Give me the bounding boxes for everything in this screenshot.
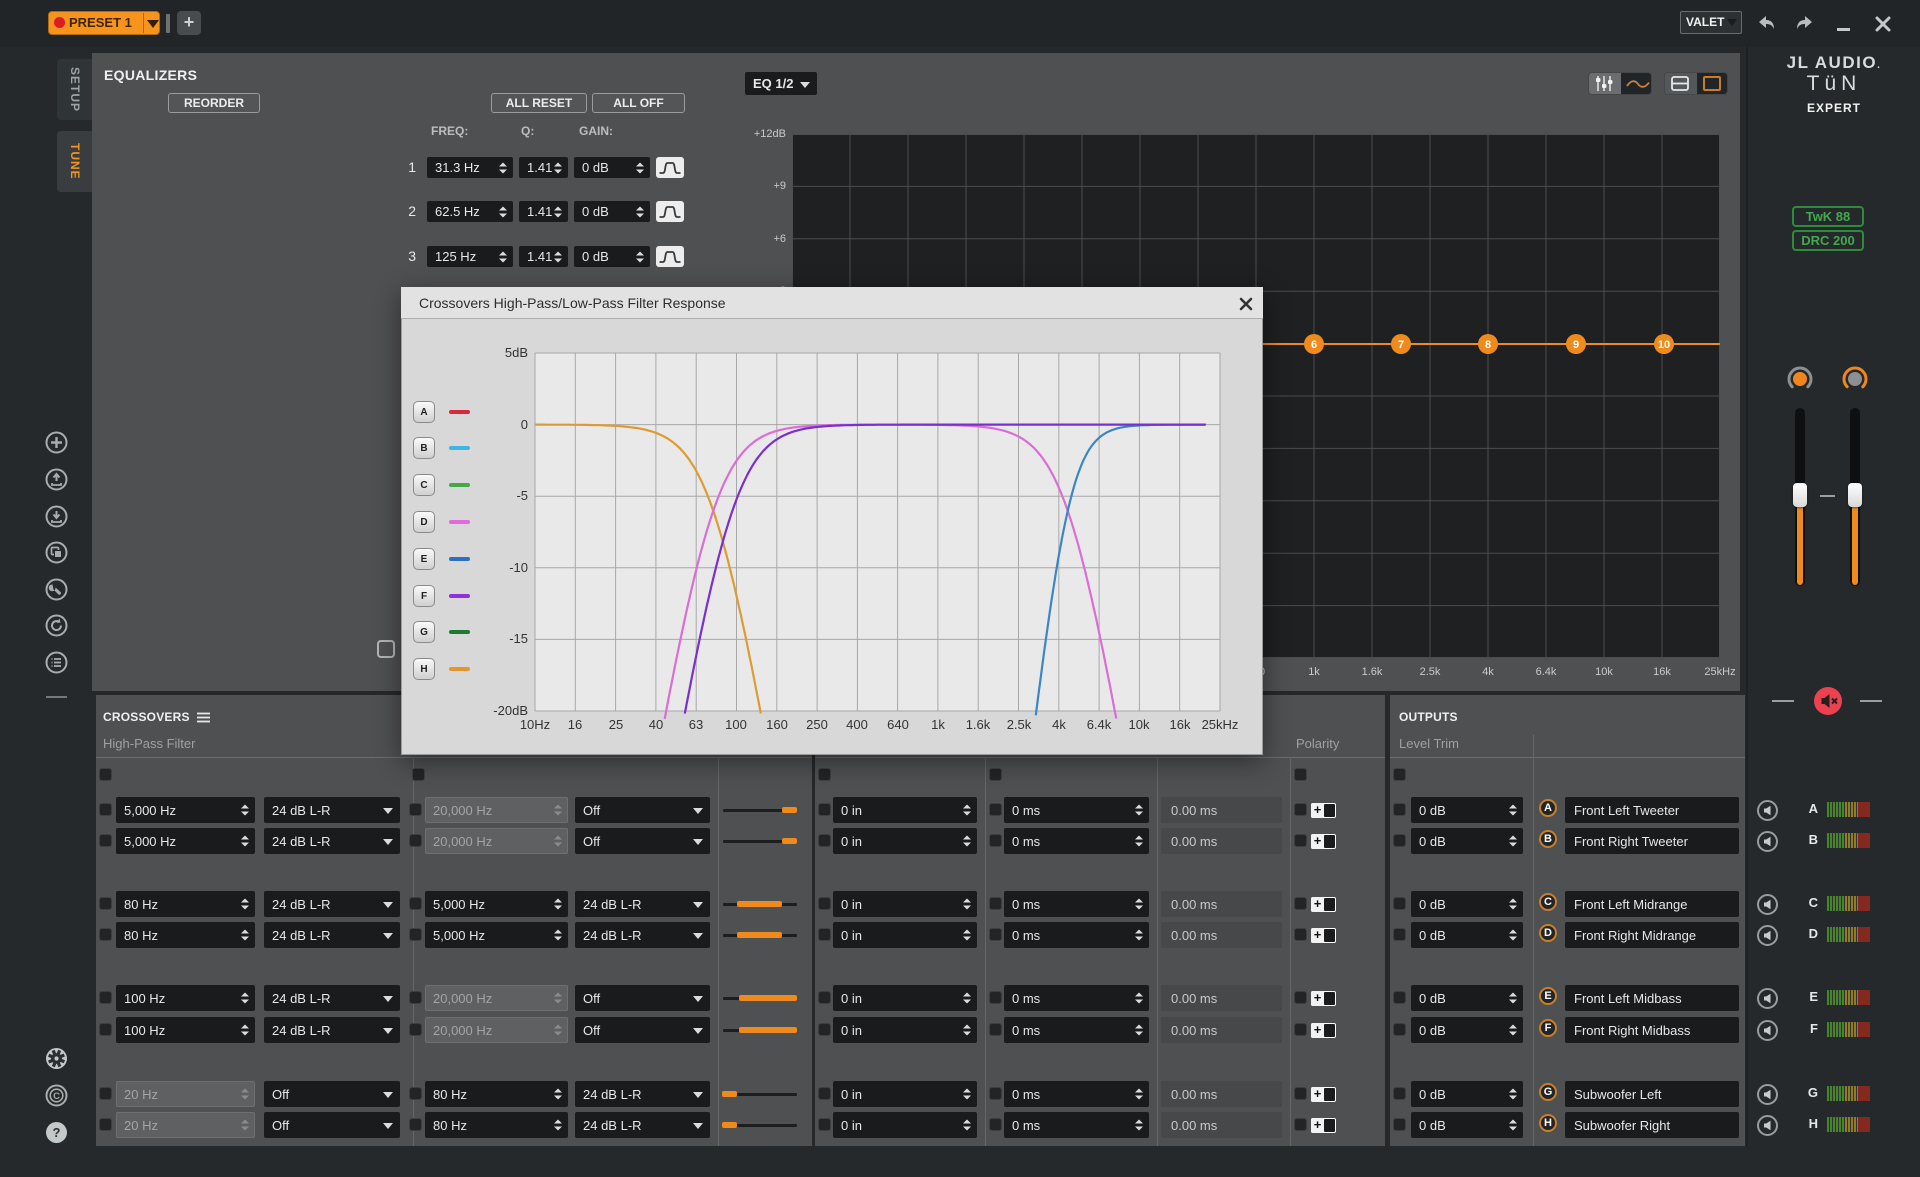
svg-text:8: 8 [1485, 339, 1491, 351]
svg-text:9: 9 [1573, 339, 1579, 351]
svg-text:?: ? [53, 1125, 61, 1140]
svg-text:6: 6 [1311, 339, 1317, 351]
svg-text:7: 7 [1398, 339, 1404, 351]
svg-text:10: 10 [1658, 339, 1670, 351]
svg-text:C: C [53, 1091, 60, 1102]
